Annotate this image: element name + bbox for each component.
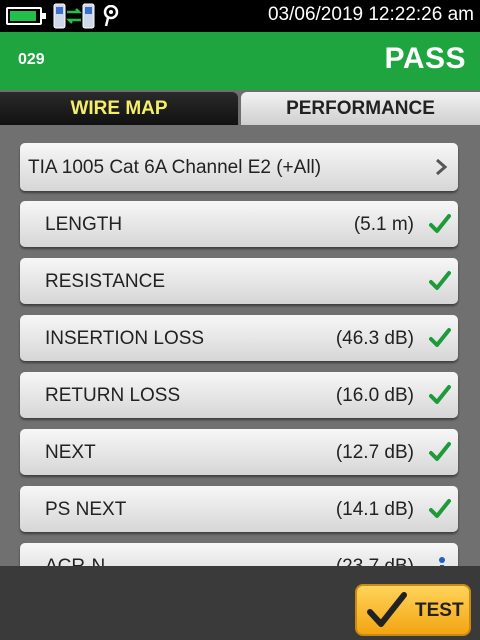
pass-check-icon [429,499,451,518]
test-button[interactable]: TEST [355,584,471,636]
device-link-icon [52,3,96,29]
battery-icon [6,7,46,25]
result-label: INSERTION LOSS [45,328,205,349]
result-row-insertion-loss[interactable]: INSERTION LOSS (46.3 dB) [20,315,458,361]
result-row-resistance[interactable]: RESISTANCE [20,258,458,304]
result-row-return-loss[interactable]: RETURN LOSS (16.0 dB) [20,372,458,418]
result-value: (16.0 dB) [335,385,414,406]
result-label: ACR-N [45,556,105,566]
tab-bar: WIRE MAP PERFORMANCE [0,90,480,126]
status-bar: 03/06/2019 12:22:26 am [0,0,480,32]
tab-performance[interactable]: PERFORMANCE [241,92,480,125]
result-value: (46.3 dB) [335,328,414,349]
result-row-ps-next[interactable]: PS NEXT (14.1 dB) [20,486,458,532]
cable-id: 029 [18,51,45,68]
pass-check-icon [429,385,451,404]
pass-check-icon [429,214,451,233]
pin-icon [103,4,119,27]
bottom-bar: TEST [0,566,480,640]
result-value: (5.1 m) [353,214,414,235]
result-value: (14.1 dB) [335,499,414,520]
pass-check-icon [429,442,451,461]
check-icon [367,592,407,627]
result-label: LENGTH [45,214,123,235]
test-limit-label: TIA 1005 Cat 6A Channel E2 (+All) [28,157,322,178]
tab-wire-map[interactable]: WIRE MAP [0,92,238,125]
result-label: NEXT [45,442,96,463]
result-row-next[interactable]: NEXT (12.7 dB) [20,429,458,475]
results-list: TIA 1005 Cat 6A Channel E2 (+All) LENGTH… [0,126,480,566]
result-row-length[interactable]: LENGTH (5.1 m) [20,201,458,247]
chevron-right-icon [436,158,448,176]
test-button-label: TEST [415,600,464,621]
pass-check-icon [429,328,451,347]
result-label: RESISTANCE [45,271,166,292]
result-value: (23.7 dB) [336,556,414,566]
battery-level [10,11,36,21]
datetime: 03/06/2019 12:22:26 am [267,4,474,25]
overall-result: PASS [384,42,466,75]
info-icon [439,557,445,566]
result-label: PS NEXT [45,499,127,520]
result-header: 029 PASS [0,32,480,90]
result-row-acr-n[interactable]: ACR-N (23.7 dB) [20,543,458,566]
result-value: (12.7 dB) [335,442,414,463]
pass-check-icon [429,271,451,290]
test-limit-row[interactable]: TIA 1005 Cat 6A Channel E2 (+All) [20,143,458,191]
result-label: RETURN LOSS [45,385,181,406]
